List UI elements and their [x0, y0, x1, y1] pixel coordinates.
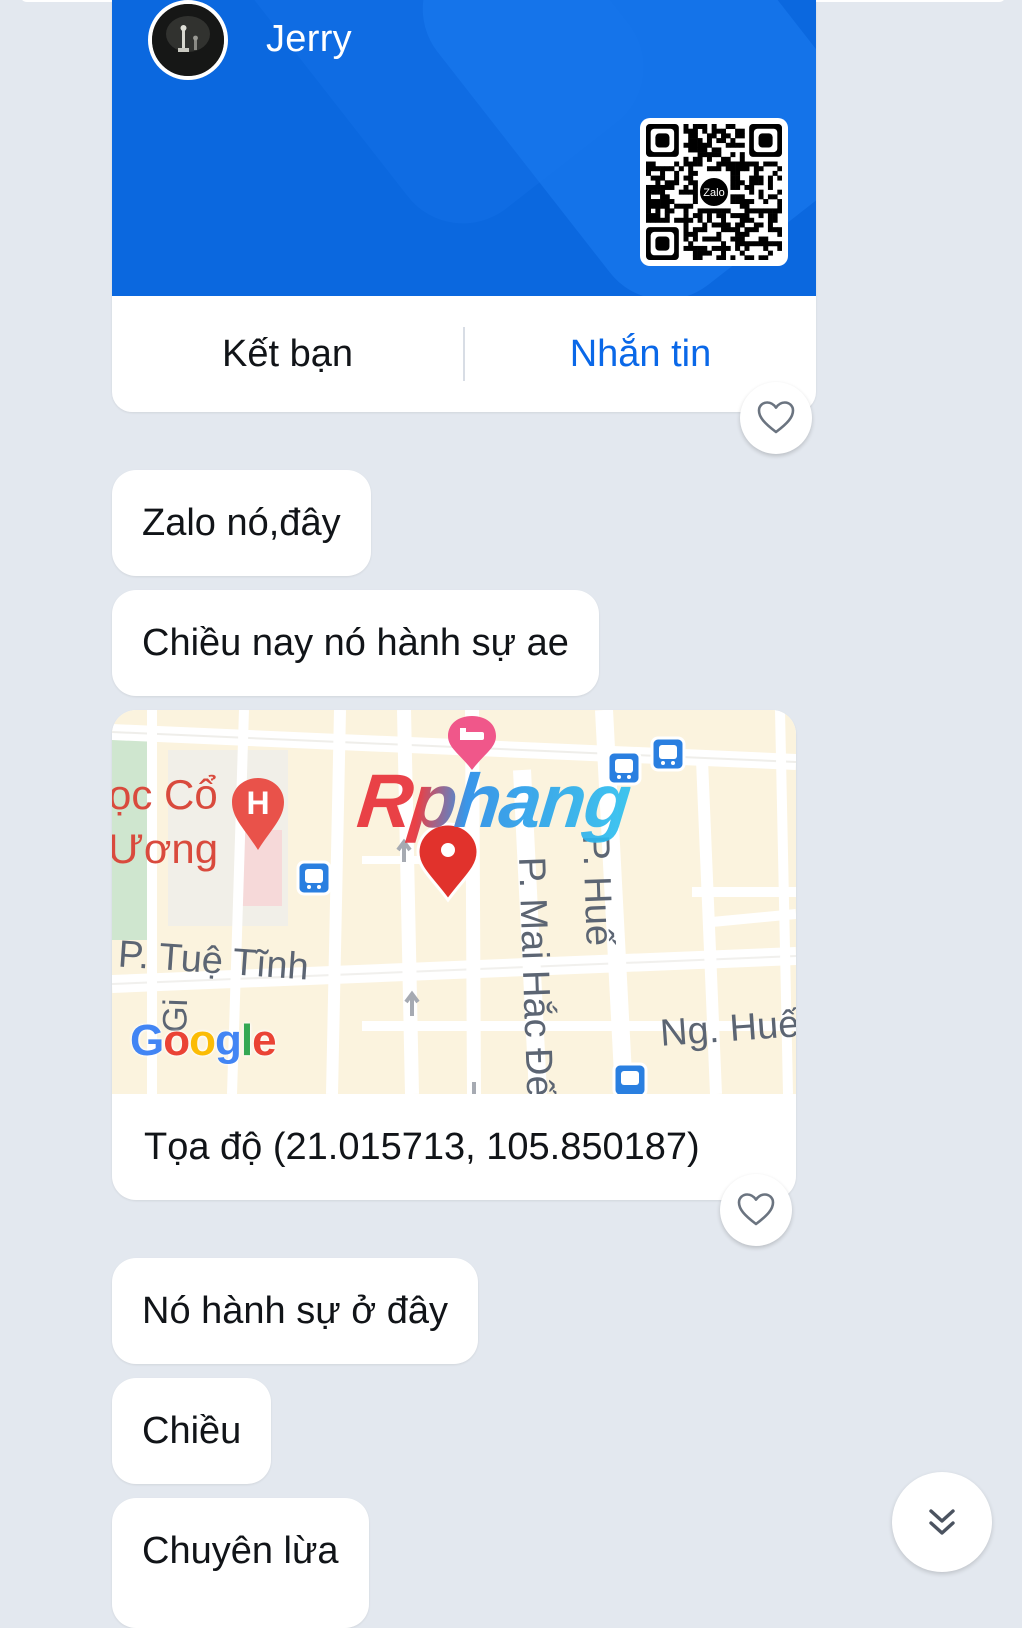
- map-preview[interactable]: H ọc Cổ Ương P. Tuệ Tĩnh P. Mai Hắc Đế P…: [112, 710, 796, 1094]
- qr-code-icon: Zalo: [646, 124, 782, 260]
- svg-text:H: H: [246, 785, 269, 821]
- qr-code[interactable]: Zalo: [640, 118, 788, 266]
- contact-card[interactable]: Jerry Zalo Kết bạn Nhắn tin: [112, 0, 816, 412]
- add-friend-button[interactable]: Kết bạn: [112, 296, 463, 412]
- message-text: Chuyên lừa: [142, 1530, 339, 1572]
- map-label-street-mai-hac-de: P. Mai Hắc Đế: [510, 856, 561, 1094]
- message-bubble[interactable]: Chiều: [112, 1378, 272, 1484]
- google-logo-letter: o: [189, 1016, 216, 1065]
- message-text: Chiều: [142, 1410, 242, 1452]
- map-label-hospital-line1: ọc Cổ: [112, 771, 218, 818]
- heart-outline-icon: [757, 401, 795, 434]
- location-message[interactable]: H ọc Cổ Ương P. Tuệ Tĩnh P. Mai Hắc Đế P…: [112, 710, 796, 1200]
- google-logo-letter: e: [252, 1016, 277, 1065]
- map-label-hospital-line2: Ương: [112, 825, 219, 872]
- react-heart-button[interactable]: [740, 382, 812, 454]
- google-logo-letter: g: [215, 1016, 242, 1065]
- contact-card-actions: Kết bạn Nhắn tin: [112, 296, 816, 412]
- scroll-to-bottom-button[interactable]: [892, 1472, 992, 1572]
- message-bubble[interactable]: Zalo nó,đây: [112, 470, 371, 576]
- map-label-hospital: ọc Cổ Ương: [112, 768, 218, 876]
- message-bubble[interactable]: Chuyên lừa: [112, 1498, 369, 1628]
- bus-stop-icon: [612, 1062, 648, 1094]
- message-text: Nó hành sự ở đây: [142, 1290, 448, 1332]
- avatar[interactable]: [148, 0, 228, 80]
- heart-outline-icon: [737, 1193, 775, 1226]
- google-logo-letter: G: [130, 1016, 164, 1065]
- bus-stop-icon: [296, 860, 332, 896]
- message-text: Zalo nó,đây: [142, 502, 341, 544]
- location-coordinates: Tọa độ (21.015713, 105.850187): [144, 1126, 700, 1168]
- watermark-logo: Rphang: [353, 759, 634, 844]
- double-chevron-down-icon: [929, 1509, 955, 1535]
- message-text: Chiều nay nó hành sự ae: [142, 622, 569, 664]
- google-logo: Google: [130, 1016, 277, 1066]
- message-bubble[interactable]: Chiều nay nó hành sự ae: [112, 590, 599, 696]
- contact-card-banner: Jerry Zalo: [112, 0, 816, 296]
- message-bubble[interactable]: Nó hành sự ở đây: [112, 1258, 478, 1364]
- google-logo-letter: l: [240, 1016, 253, 1065]
- react-heart-button[interactable]: [720, 1174, 792, 1246]
- bus-stop-icon: [650, 736, 686, 772]
- zalo-logo-text: Zalo: [703, 187, 724, 199]
- map-label-street-hue: P. Huế: [574, 834, 620, 947]
- google-logo-letter: o: [163, 1016, 190, 1065]
- contact-name: Jerry: [266, 18, 352, 60]
